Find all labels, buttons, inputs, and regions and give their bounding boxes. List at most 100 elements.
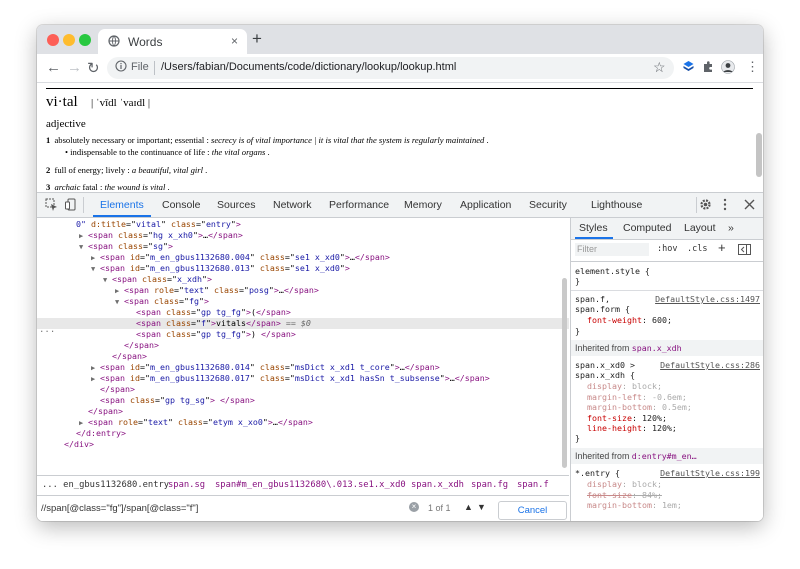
tab-console[interactable]: Console bbox=[162, 199, 201, 211]
zoom-window-button[interactable] bbox=[79, 34, 91, 46]
url-text[interactable]: /Users/fabian/Documents/code/dictionary/… bbox=[161, 61, 456, 73]
dom-node[interactable]: ▶ <span id="m_en_gbus1132680.004" class="… bbox=[37, 252, 569, 263]
dom-node[interactable]: ▶ <span id="m_en_gbus1132680.014" class="… bbox=[37, 362, 569, 373]
dom-node[interactable]: 0" d:title="vital" class="entry"> bbox=[37, 219, 569, 230]
dom-node[interactable]: </span> bbox=[37, 384, 569, 395]
rule-selector[interactable]: span.x_xd0 > DefaultStyle.css:286 bbox=[575, 360, 760, 370]
tab-security[interactable]: Security bbox=[529, 199, 567, 211]
rule-selector[interactable]: span.f, DefaultStyle.css:1497 bbox=[575, 294, 760, 304]
collapse-triangle-icon[interactable]: ▼ bbox=[79, 242, 88, 253]
dom-node[interactable]: ▶ <span class="hg x_xh0">…</span> bbox=[37, 230, 569, 241]
dom-node[interactable]: ▼ <span class="fg"> bbox=[37, 296, 569, 307]
collapse-triangle-icon[interactable]: ▼ bbox=[115, 297, 124, 308]
rule-source-link[interactable]: DefaultStyle.css:199 bbox=[660, 468, 760, 478]
more-options-icon[interactable] bbox=[723, 198, 727, 211]
element-style-selector[interactable]: element.style { bbox=[575, 266, 760, 276]
collapse-triangle-icon[interactable]: ▼ bbox=[103, 275, 112, 286]
reload-icon[interactable]: ↻ bbox=[87, 59, 100, 77]
expand-triangle-icon[interactable]: ▶ bbox=[91, 253, 100, 264]
search-prev-icon[interactable]: ▲ bbox=[464, 502, 473, 512]
settings-gear-icon[interactable] bbox=[699, 198, 712, 211]
breadcrumb-item[interactable]: span.sg bbox=[168, 480, 205, 490]
breadcrumb-item[interactable]: span.fg bbox=[471, 480, 508, 490]
inherited-selector-link[interactable]: d:entry#m_en… bbox=[632, 451, 697, 461]
css-declaration[interactable]: font-size: 84%; bbox=[575, 490, 763, 500]
css-declaration[interactable]: font-size: 120%; bbox=[575, 413, 763, 423]
extension-shield-icon[interactable] bbox=[682, 60, 695, 73]
collapse-triangle-icon[interactable]: ▼ bbox=[91, 264, 100, 275]
address-bar[interactable]: File /Users/fabian/Documents/code/dictio… bbox=[107, 57, 674, 79]
dom-node[interactable]: ▶ <span role="text" class="etym x_xo0">…<… bbox=[37, 417, 569, 428]
tab-performance[interactable]: Performance bbox=[329, 199, 389, 211]
dom-node[interactable]: </span> bbox=[37, 340, 569, 351]
close-window-button[interactable] bbox=[47, 34, 59, 46]
info-icon[interactable] bbox=[115, 60, 127, 72]
profile-avatar-icon[interactable] bbox=[721, 60, 735, 74]
new-tab-button[interactable]: + bbox=[252, 29, 262, 49]
browser-menu-icon[interactable]: ⋮ bbox=[746, 59, 759, 75]
tab-layout[interactable]: Layout bbox=[684, 222, 716, 234]
device-toolbar-icon[interactable] bbox=[65, 198, 77, 211]
tab-lighthouse[interactable]: Lighthouse bbox=[591, 199, 642, 211]
breadcrumb-item[interactable]: ... en_gbus1132680.entry bbox=[42, 480, 169, 490]
css-declaration[interactable]: font-weight: 600; bbox=[575, 315, 763, 325]
expand-triangle-icon[interactable]: ▶ bbox=[91, 374, 100, 385]
cancel-search-button[interactable]: Cancel bbox=[498, 501, 567, 520]
css-declaration[interactable]: margin-bottom: 0.5em; bbox=[575, 402, 763, 412]
tab-application[interactable]: Application bbox=[460, 199, 511, 211]
tab-close-icon[interactable]: × bbox=[231, 34, 238, 48]
rule-selector[interactable]: *.entry {DefaultStyle.css:199 bbox=[575, 468, 760, 478]
close-devtools-icon[interactable] bbox=[744, 199, 755, 210]
expand-triangle-icon[interactable]: ▶ bbox=[79, 231, 88, 242]
dom-node[interactable]: </span> bbox=[37, 351, 569, 362]
dom-node-selected[interactable]: <span class="f">vitals</span> == $0 bbox=[37, 318, 569, 329]
dom-node[interactable]: </span> bbox=[37, 406, 569, 417]
expand-triangle-icon[interactable]: ▶ bbox=[115, 286, 124, 297]
tab-network[interactable]: Network bbox=[273, 199, 312, 211]
dom-node[interactable]: ▶ <span id="m_en_gbus1132680.017" class="… bbox=[37, 373, 569, 384]
dom-node[interactable]: ▶ <span role="text" class="posg">…</span> bbox=[37, 285, 569, 296]
extensions-puzzle-icon[interactable] bbox=[702, 60, 715, 73]
css-declaration[interactable]: margin-left: -0.6em; bbox=[575, 392, 763, 402]
tab-sources[interactable]: Sources bbox=[217, 199, 256, 211]
search-next-icon[interactable]: ▼ bbox=[477, 502, 486, 512]
expand-triangle-icon[interactable]: ▶ bbox=[91, 363, 100, 374]
dom-tree[interactable]: </div> </d:entry> ▶ <span role="text" class… bbox=[37, 218, 569, 475]
expand-triangle-icon[interactable]: ▶ bbox=[79, 418, 88, 429]
class-toggle[interactable]: .cls bbox=[687, 244, 707, 254]
dom-node[interactable]: <span class="gp tg_fg">(</span> bbox=[37, 307, 569, 318]
tab-computed[interactable]: Computed bbox=[623, 222, 671, 234]
clear-search-icon[interactable]: × bbox=[409, 502, 419, 512]
selected-node-dots[interactable]: ... bbox=[39, 325, 55, 335]
dom-node[interactable]: ▼ <span id="m_en_gbus1132680.013" class="… bbox=[37, 263, 569, 274]
tab-memory[interactable]: Memory bbox=[404, 199, 442, 211]
new-rule-button[interactable]: + bbox=[718, 240, 726, 255]
dom-node[interactable]: </div> bbox=[37, 439, 569, 450]
tab-styles[interactable]: Styles bbox=[579, 222, 608, 234]
dom-tree-scrollbar[interactable] bbox=[562, 278, 567, 468]
dom-node[interactable]: <span class="gp tg_fg">) </span> bbox=[37, 329, 569, 340]
hover-state-toggle[interactable]: :hov bbox=[657, 244, 677, 254]
toggle-sidebar-icon[interactable] bbox=[738, 244, 751, 255]
dom-node[interactable]: </d:entry> bbox=[37, 428, 569, 439]
rule-source-link[interactable]: DefaultStyle.css:1497 bbox=[655, 294, 760, 304]
bookmark-star-icon[interactable]: ☆ bbox=[653, 59, 666, 76]
dom-node[interactable]: ▼ <span class="sg"> bbox=[37, 241, 569, 252]
browser-tab[interactable]: Words × bbox=[98, 29, 247, 54]
inherited-selector-link[interactable]: span.x_xdh bbox=[632, 343, 682, 353]
search-input[interactable]: //span[@class="fg"]/span[@class="f"] bbox=[41, 501, 451, 517]
css-declaration[interactable]: display: block; bbox=[575, 479, 763, 489]
more-tabs-chevron-icon[interactable]: » bbox=[728, 222, 734, 234]
css-declaration[interactable]: display: block; bbox=[575, 381, 763, 391]
css-declaration[interactable]: margin-bottom: 1em; bbox=[575, 500, 763, 510]
breadcrumb-item[interactable]: span#m_en_gbus1132680\.013.se1.x_xd0 bbox=[215, 480, 406, 490]
breadcrumb-item[interactable]: span.x_xdh bbox=[411, 480, 464, 490]
dom-node[interactable]: <span class="gp tg_sg"> </span> bbox=[37, 395, 569, 406]
rule-selector[interactable]: span.x_xdh { bbox=[575, 370, 760, 380]
styles-filter-input[interactable]: Filter bbox=[575, 243, 649, 256]
dom-node[interactable]: ▼ <span class="x_xdh"> bbox=[37, 274, 569, 285]
rule-selector[interactable]: span.form { bbox=[575, 304, 760, 314]
forward-icon[interactable]: → bbox=[67, 59, 82, 76]
inspect-element-icon[interactable] bbox=[45, 198, 58, 211]
tab-elements[interactable]: Elements bbox=[100, 199, 144, 211]
